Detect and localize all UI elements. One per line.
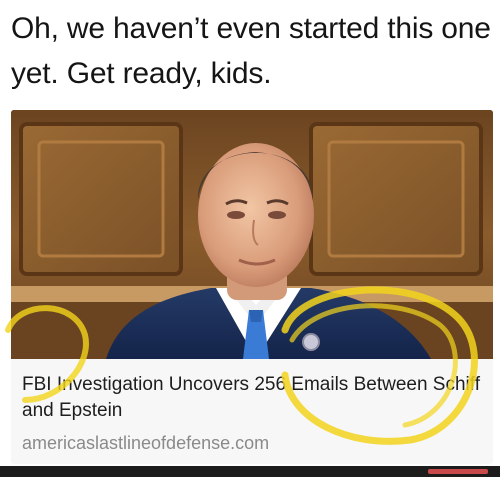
meme-screenshot: Oh, we haven’t even started this one yet… (0, 0, 500, 477)
link-preview-card[interactable]: FBI Investigation Uncovers 256 Emails Be… (11, 110, 493, 464)
link-domain[interactable]: americaslastlineofdefense.com (22, 432, 269, 454)
news-photo (11, 110, 493, 359)
link-headline[interactable]: FBI Investigation Uncovers 256 Emails Be… (22, 372, 482, 424)
watermark-mark (428, 469, 488, 474)
bottom-bar (0, 466, 500, 477)
post-caption: Oh, we haven’t even started this one yet… (11, 12, 491, 90)
